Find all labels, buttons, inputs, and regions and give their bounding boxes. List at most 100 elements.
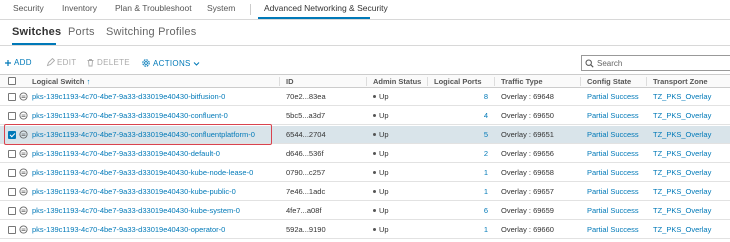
- transport-zone-link[interactable]: TZ_PKS_Overlay: [653, 168, 711, 177]
- col-separator[interactable]: [427, 77, 428, 86]
- row-checkbox[interactable]: [8, 112, 16, 120]
- col-separator[interactable]: [279, 77, 280, 86]
- col-separator[interactable]: [580, 77, 581, 86]
- table-row[interactable]: pks-139c1193-4c70-4be7-9a33-d33019e40430…: [0, 164, 730, 182]
- logical-switch-link[interactable]: pks-139c1193-4c70-4be7-9a33-d33019e40430…: [32, 187, 236, 196]
- logical-ports-link[interactable]: 6: [434, 206, 488, 215]
- col-transport-zone[interactable]: Transport Zone: [653, 77, 708, 86]
- add-button[interactable]: ADD: [4, 58, 32, 67]
- row-checkbox[interactable]: [8, 226, 16, 234]
- status-dot-icon: [373, 132, 376, 136]
- logical-switch-icon: [19, 130, 28, 139]
- top-nav: Security Inventory Plan & Troubleshoot S…: [0, 0, 730, 20]
- row-checkbox[interactable]: [8, 207, 16, 215]
- tab-switching-profiles[interactable]: Switching Profiles: [106, 26, 196, 38]
- config-state-link[interactable]: Partial Success: [587, 111, 639, 120]
- logical-switch-link[interactable]: pks-139c1193-4c70-4be7-9a33-d33019e40430…: [32, 111, 228, 120]
- table-row[interactable]: pks-139c1193-4c70-4be7-9a33-d33019e40430…: [0, 126, 730, 144]
- col-traffic-type[interactable]: Traffic Type: [501, 77, 543, 86]
- transport-zone-link[interactable]: TZ_PKS_Overlay: [653, 111, 711, 120]
- status-dot-icon: [373, 189, 376, 193]
- row-id: d646...536f: [286, 149, 324, 158]
- col-logical-ports[interactable]: Logical Ports: [434, 77, 482, 86]
- logical-ports-link[interactable]: 8: [434, 92, 488, 101]
- admin-status-label: Up: [379, 149, 389, 158]
- config-state-link[interactable]: Partial Success: [587, 168, 639, 177]
- col-separator[interactable]: [366, 77, 367, 86]
- col-admin-status[interactable]: Admin Status: [373, 77, 421, 86]
- col-logical-switch[interactable]: Logical Switch ↑: [32, 77, 90, 86]
- transport-zone-link[interactable]: TZ_PKS_Overlay: [653, 225, 711, 234]
- row-checkbox[interactable]: [8, 169, 16, 177]
- nav-inventory[interactable]: Inventory: [62, 3, 97, 13]
- col-id[interactable]: ID: [286, 77, 294, 86]
- logical-ports-link[interactable]: 1: [434, 225, 488, 234]
- row-id: 70e2...83ea: [286, 92, 326, 101]
- row-id: 0790...c257: [286, 168, 326, 177]
- table-row[interactable]: pks-139c1193-4c70-4be7-9a33-d33019e40430…: [0, 107, 730, 125]
- row-id: 7e46...1adc: [286, 187, 326, 196]
- table-row[interactable]: pks-139c1193-4c70-4be7-9a33-d33019e40430…: [0, 221, 730, 239]
- logical-ports-link[interactable]: 5: [434, 130, 488, 139]
- admin-status: Up: [373, 206, 389, 215]
- status-dot-icon: [373, 113, 376, 117]
- col-separator[interactable]: [646, 77, 647, 86]
- row-checkbox[interactable]: [8, 131, 16, 139]
- search-input[interactable]: [597, 58, 722, 68]
- tab-active-indicator: [12, 43, 56, 45]
- table-row[interactable]: pks-139c1193-4c70-4be7-9a33-d33019e40430…: [0, 88, 730, 106]
- add-label: ADD: [14, 58, 32, 67]
- edit-button[interactable]: EDIT: [46, 58, 76, 67]
- config-state-link[interactable]: Partial Success: [587, 187, 639, 196]
- search-box[interactable]: [581, 55, 730, 71]
- tab-switches[interactable]: Switches: [12, 26, 61, 38]
- table-header: Logical Switch ↑ ID Admin Status Logical…: [0, 74, 730, 88]
- admin-status: Up: [373, 92, 389, 101]
- select-all-checkbox[interactable]: [8, 77, 16, 85]
- nav-advanced-networking[interactable]: Advanced Networking & Security: [264, 3, 388, 13]
- nav-system[interactable]: System: [207, 3, 235, 13]
- logical-switch-link[interactable]: pks-139c1193-4c70-4be7-9a33-d33019e40430…: [32, 92, 225, 101]
- logical-ports-link[interactable]: 2: [434, 149, 488, 158]
- transport-zone-link[interactable]: TZ_PKS_Overlay: [653, 187, 711, 196]
- row-id: 6544...2704: [286, 130, 326, 139]
- config-state-link[interactable]: Partial Success: [587, 206, 639, 215]
- transport-zone-link[interactable]: TZ_PKS_Overlay: [653, 92, 711, 101]
- logical-switch-link[interactable]: pks-139c1193-4c70-4be7-9a33-d33019e40430…: [32, 168, 253, 177]
- logical-ports-link[interactable]: 4: [434, 111, 488, 120]
- transport-zone-link[interactable]: TZ_PKS_Overlay: [653, 130, 711, 139]
- logical-switch-link[interactable]: pks-139c1193-4c70-4be7-9a33-d33019e40430…: [32, 225, 225, 234]
- nav-plan-troubleshoot[interactable]: Plan & Troubleshoot: [115, 3, 192, 13]
- pencil-icon: [46, 58, 55, 67]
- status-dot-icon: [373, 151, 376, 155]
- delete-button[interactable]: DELETE: [86, 58, 130, 67]
- logical-switch-link[interactable]: pks-139c1193-4c70-4be7-9a33-d33019e40430…: [32, 130, 255, 139]
- logical-switch-link[interactable]: pks-139c1193-4c70-4be7-9a33-d33019e40430…: [32, 149, 220, 158]
- table-row[interactable]: pks-139c1193-4c70-4be7-9a33-d33019e40430…: [0, 145, 730, 163]
- col-separator[interactable]: [494, 77, 495, 86]
- config-state-link[interactable]: Partial Success: [587, 225, 639, 234]
- tab-ports[interactable]: Ports: [68, 26, 95, 38]
- logical-ports-link[interactable]: 1: [434, 187, 488, 196]
- table-row[interactable]: pks-139c1193-4c70-4be7-9a33-d33019e40430…: [0, 183, 730, 201]
- row-checkbox[interactable]: [8, 150, 16, 158]
- actions-button[interactable]: ACTIONS: [141, 58, 200, 68]
- config-state-link[interactable]: Partial Success: [587, 149, 639, 158]
- config-state-link[interactable]: Partial Success: [587, 92, 639, 101]
- nav-security[interactable]: Security: [13, 3, 44, 13]
- col-logical-switch-label: Logical Switch: [32, 77, 85, 86]
- table-row[interactable]: pks-139c1193-4c70-4be7-9a33-d33019e40430…: [0, 202, 730, 220]
- admin-status: Up: [373, 168, 389, 177]
- config-state-link[interactable]: Partial Success: [587, 130, 639, 139]
- traffic-type: Overlay : 69658: [501, 168, 554, 177]
- transport-zone-link[interactable]: TZ_PKS_Overlay: [653, 206, 711, 215]
- row-checkbox[interactable]: [8, 93, 16, 101]
- traffic-type: Overlay : 69651: [501, 130, 554, 139]
- admin-status-label: Up: [379, 225, 389, 234]
- logical-switch-link[interactable]: pks-139c1193-4c70-4be7-9a33-d33019e40430…: [32, 206, 240, 215]
- row-checkbox[interactable]: [8, 188, 16, 196]
- col-config-state[interactable]: Config State: [587, 77, 631, 86]
- admin-status-label: Up: [379, 187, 389, 196]
- logical-ports-link[interactable]: 1: [434, 168, 488, 177]
- transport-zone-link[interactable]: TZ_PKS_Overlay: [653, 149, 711, 158]
